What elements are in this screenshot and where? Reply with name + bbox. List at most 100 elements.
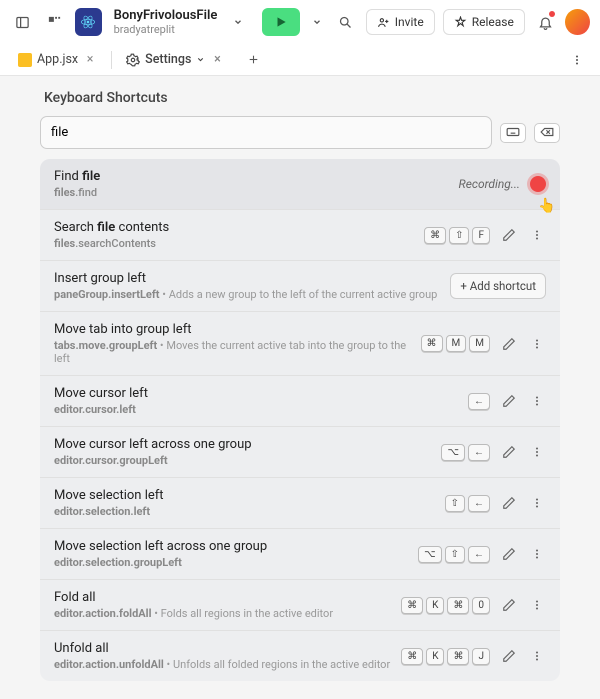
key-badge: ← — [468, 393, 490, 410]
shortcut-info: Move selection left across one groupedit… — [54, 539, 408, 569]
shortcut-row[interactable]: Move selection left across one groupedit… — [40, 529, 560, 580]
cursor-hand-icon: 👆 — [538, 198, 555, 214]
run-button[interactable] — [262, 8, 300, 36]
shortcut-search-input[interactable] — [40, 116, 492, 149]
release-button[interactable]: Release — [443, 9, 525, 35]
key-badge: ← — [468, 444, 490, 461]
shortcut-command: editor.cursor.left — [54, 403, 458, 416]
project-name: BonyFrivolousFile — [114, 8, 218, 23]
shortcut-title: Move cursor left across one group — [54, 437, 431, 452]
invite-icon — [377, 16, 390, 29]
key-badge: ⌥ — [418, 546, 442, 563]
shortcut-info: Move selection lefteditor.selection.left — [54, 488, 435, 518]
shortcut-info: Move cursor left across one groupeditor.… — [54, 437, 431, 467]
shortcut-info: Insert group left paneGroup.insertLeft • … — [54, 271, 440, 301]
app-header: BonyFrivolousFile bradyatreplit Invite R… — [0, 0, 600, 44]
notifications-button[interactable] — [533, 9, 558, 35]
shortcut-title: Unfold all — [54, 641, 391, 656]
edit-shortcut-button[interactable] — [500, 647, 518, 665]
shortcut-row[interactable]: Move selection lefteditor.selection.left… — [40, 478, 560, 529]
shortcut-more-button[interactable] — [528, 545, 546, 563]
shortcut-command: editor.action.foldAll • Folds all region… — [54, 607, 391, 620]
pencil-icon — [502, 228, 516, 242]
shortcut-keys: ⌥⇧← — [418, 546, 490, 563]
edit-shortcut-button[interactable] — [500, 392, 518, 410]
tab-overflow-button[interactable] — [564, 47, 590, 73]
edit-shortcut-button[interactable] — [500, 226, 518, 244]
chevron-down-icon — [312, 17, 322, 27]
shortcut-command: editor.action.unfoldAll • Unfolds all fo… — [54, 658, 391, 671]
more-vertical-icon — [530, 445, 544, 459]
recording-label: Recording... — [459, 177, 520, 191]
run-dropdown-button[interactable] — [308, 9, 325, 35]
shortcut-command: files.find — [54, 186, 449, 199]
shortcut-title: Move tab into group left — [54, 322, 411, 337]
edit-shortcut-button[interactable] — [500, 545, 518, 563]
edit-shortcut-button[interactable] — [500, 494, 518, 512]
shortcut-row[interactable]: Move tab into group left tabs.move.groupL… — [40, 312, 560, 376]
edit-shortcut-button[interactable] — [500, 596, 518, 614]
shortcut-keys: ⇧← — [445, 495, 490, 512]
recording-indicator[interactable]: 👆 — [530, 176, 546, 192]
shortcut-row[interactable]: Insert group left paneGroup.insertLeft • … — [40, 261, 560, 312]
project-dropdown-button[interactable] — [229, 9, 246, 35]
tab-settings[interactable]: Settings × — [118, 44, 232, 75]
project-icon[interactable] — [75, 8, 101, 36]
shortcut-row[interactable]: Move cursor left across one groupeditor.… — [40, 427, 560, 478]
edit-shortcut-button[interactable] — [500, 443, 518, 461]
shortcut-more-button[interactable] — [528, 335, 546, 353]
shortcut-row[interactable]: Fold alleditor.action.foldAll • Folds al… — [40, 580, 560, 631]
shortcut-title: Find file — [54, 169, 449, 184]
shortcut-more-button[interactable] — [528, 596, 546, 614]
new-tab-button[interactable] — [240, 47, 266, 73]
more-vertical-icon — [570, 53, 584, 67]
project-info[interactable]: BonyFrivolousFile bradyatreplit — [114, 8, 218, 36]
panel-toggle-button[interactable] — [10, 9, 35, 35]
shortcut-info: Find file files.find — [54, 169, 449, 199]
tab-label: Settings — [145, 52, 191, 67]
keyboard-filter-button[interactable] — [500, 123, 526, 143]
shortcut-more-button[interactable] — [528, 494, 546, 512]
add-shortcut-button[interactable]: + Add shortcut — [450, 273, 546, 299]
shortcut-keys: ⌘K⌘0 — [401, 597, 490, 614]
close-icon[interactable]: × — [83, 53, 97, 67]
shortcut-more-button[interactable] — [528, 392, 546, 410]
pencil-icon — [502, 598, 516, 612]
play-icon — [274, 15, 288, 29]
shortcut-row[interactable]: Find file files.find Recording... 👆 — [40, 159, 560, 210]
tab-bar: App.jsx × Settings × — [0, 44, 600, 76]
shortcut-row[interactable]: Search file contents files.searchContents… — [40, 210, 560, 261]
shortcut-more-button[interactable] — [528, 443, 546, 461]
shortcut-command: tabs.move.groupLeft • Moves the current … — [54, 339, 411, 365]
key-badge: ⌘ — [447, 648, 469, 665]
user-avatar[interactable] — [565, 9, 590, 35]
close-icon[interactable]: × — [210, 53, 224, 67]
shortcut-title: Insert group left — [54, 271, 440, 286]
notification-dot — [549, 11, 555, 17]
key-badge: ⌘ — [424, 227, 446, 244]
clear-search-button[interactable] — [534, 123, 560, 143]
shortcut-command: paneGroup.insertLeft • Adds a new group … — [54, 288, 440, 301]
pencil-icon — [502, 337, 516, 351]
edit-shortcut-button[interactable] — [500, 335, 518, 353]
more-vertical-icon — [530, 228, 544, 242]
shortcut-info: Unfold all editor.action.unfoldAll • Unfo… — [54, 641, 391, 671]
shortcut-more-button[interactable] — [528, 226, 546, 244]
invite-button[interactable]: Invite — [366, 9, 435, 35]
settings-content: Keyboard Shortcuts Find filefiles.findRe… — [0, 76, 600, 699]
search-button[interactable] — [333, 9, 358, 35]
shortcut-command: files.searchContents — [54, 237, 414, 250]
search-icon — [338, 15, 353, 30]
react-icon — [80, 14, 96, 30]
shortcut-row[interactable]: Unfold all editor.action.unfoldAll • Unfo… — [40, 631, 560, 681]
shortcut-row[interactable]: Move cursor lefteditor.cursor.left← — [40, 376, 560, 427]
panel-icon — [15, 15, 30, 30]
shortcut-title: Search file contents — [54, 220, 414, 235]
shortcut-title: Move selection left — [54, 488, 435, 503]
shortcut-more-button[interactable] — [528, 647, 546, 665]
tab-app-jsx[interactable]: App.jsx × — [10, 44, 105, 75]
key-badge: ← — [468, 495, 490, 512]
invite-label: Invite — [395, 15, 424, 29]
pencil-icon — [502, 496, 516, 510]
layout-button[interactable] — [43, 9, 68, 35]
